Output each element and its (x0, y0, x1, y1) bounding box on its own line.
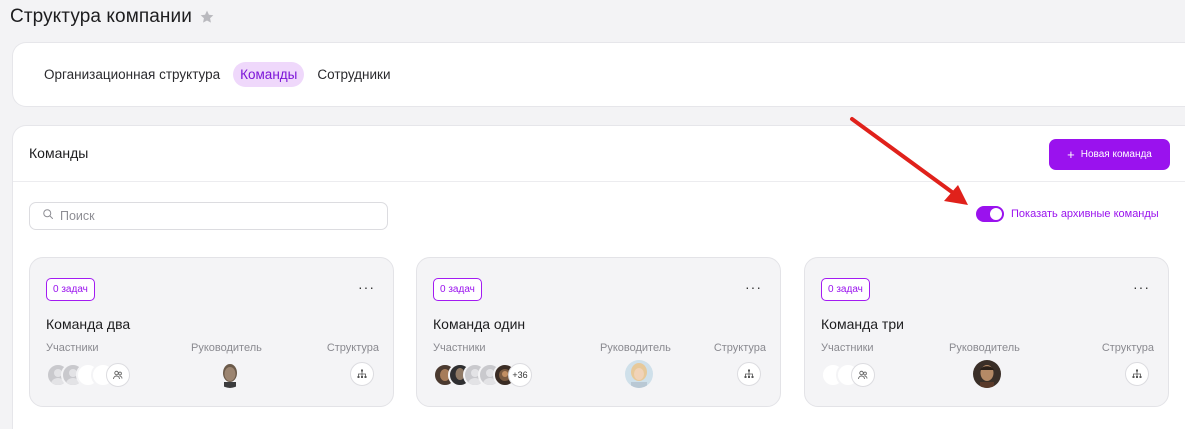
new-team-button-label: Новая команда (1080, 149, 1152, 160)
team-name: Команда два (46, 316, 131, 332)
more-options-icon[interactable]: ··· (1133, 280, 1150, 294)
tabs-card: Организационная структура Команды Сотруд… (12, 42, 1185, 107)
new-team-button[interactable]: + Новая команда (1049, 139, 1170, 170)
archive-toggle-switch[interactable] (976, 206, 1004, 222)
task-count-badge: 0 задач (433, 278, 482, 301)
structure-label: Структура (326, 342, 379, 354)
favorite-star-icon[interactable] (199, 9, 215, 25)
search-box (29, 202, 388, 230)
team-card[interactable]: 0 задач ··· Команда два Участники Руково… (29, 257, 394, 407)
structure-icon[interactable] (737, 362, 761, 386)
team-card[interactable]: 0 задач ··· Команда три Участники Руково… (804, 257, 1169, 407)
members-label: Участники (821, 342, 874, 354)
page-title: Структура компании (10, 6, 192, 27)
task-count-badge: 0 задач (821, 278, 870, 301)
section-title: Команды (29, 145, 89, 161)
leader-label: Руководитель (949, 342, 1020, 354)
leader-avatar[interactable] (625, 360, 653, 388)
search-icon (42, 207, 54, 225)
team-card[interactable]: 0 задач ··· Команда один Участники Руков… (416, 257, 781, 407)
members-label: Участники (433, 342, 486, 354)
more-options-icon[interactable]: ··· (745, 280, 762, 294)
tab-teams[interactable]: Команды (233, 62, 305, 87)
tab-employees[interactable]: Сотрудники (310, 62, 397, 87)
search-input[interactable] (60, 209, 360, 223)
member-avatars[interactable]: +36 (433, 362, 532, 388)
more-options-icon[interactable]: ··· (358, 280, 375, 294)
archive-toggle-label[interactable]: Показать архивные команды (1011, 208, 1159, 220)
structure-label: Структура (1101, 342, 1154, 354)
structure-icon[interactable] (350, 362, 374, 386)
team-name: Команда один (433, 316, 526, 332)
structure-icon[interactable] (1125, 362, 1149, 386)
users-group-icon (106, 363, 130, 387)
users-group-icon (851, 363, 875, 387)
members-label: Участники (46, 342, 99, 354)
task-count-badge: 0 задач (46, 278, 95, 301)
leader-label: Руководитель (191, 342, 262, 354)
team-name: Команда три (821, 316, 904, 332)
tab-bar: Организационная структура Команды Сотруд… (37, 62, 397, 87)
teams-panel-header: Команды + Новая команда (13, 126, 1185, 182)
extra-members-count[interactable]: +36 (508, 363, 532, 387)
leader-avatar[interactable] (973, 360, 1001, 388)
page-header: Структура компании (10, 4, 215, 30)
teams-panel: Команды + Новая команда Показать архивны… (12, 125, 1185, 429)
member-avatars[interactable] (46, 362, 130, 388)
member-avatars[interactable] (821, 362, 875, 388)
toggle-knob (990, 208, 1002, 220)
leader-label: Руководитель (600, 342, 671, 354)
tab-org-structure[interactable]: Организационная структура (37, 62, 227, 87)
plus-icon: + (1067, 147, 1075, 162)
archive-toggle-control[interactable]: Показать архивные команды (976, 206, 1159, 222)
structure-label: Структура (713, 342, 766, 354)
leader-avatar[interactable] (216, 360, 244, 388)
